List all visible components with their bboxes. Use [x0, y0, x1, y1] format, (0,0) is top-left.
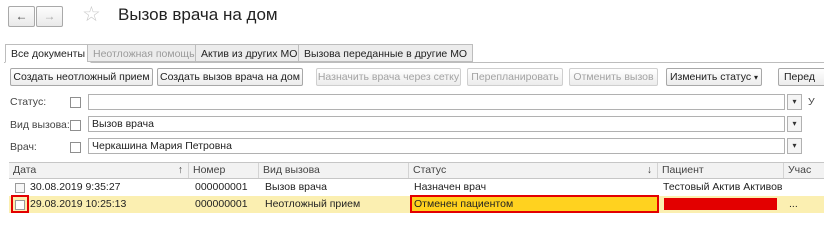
table-row-selected[interactable]: 29.08.2019 10:25:13 000000001 Неотложный…: [9, 195, 824, 213]
document-icon: [15, 183, 25, 193]
column-header-date[interactable]: Дата ↑: [9, 163, 189, 178]
column-header-status-label: Статус: [413, 164, 447, 176]
back-button[interactable]: ←: [8, 6, 35, 27]
dropdown-arrow-icon: ▾: [792, 119, 797, 128]
create-urgent-button[interactable]: Создать неотложный прием: [10, 68, 153, 86]
arrow-left-icon: ←: [15, 9, 28, 23]
favorite-star-icon[interactable]: ☆: [82, 2, 101, 27]
sort-ascending-icon: ↑: [177, 164, 183, 176]
call-type-filter-checkbox[interactable]: [70, 120, 81, 131]
column-header-area[interactable]: Учас: [784, 163, 824, 178]
cell-status: Отменен пациентом: [414, 198, 514, 210]
call-type-filter-label: Вид вызова:: [10, 119, 70, 131]
status-filter-checkbox[interactable]: [70, 97, 81, 108]
doctor-filter-input[interactable]: Черкашина Мария Петровна: [88, 138, 785, 154]
column-header-number[interactable]: Номер: [189, 163, 259, 178]
tab-all-documents[interactable]: Все документы: [5, 44, 92, 63]
cell-number: 000000001: [195, 181, 248, 193]
forward-button[interactable]: →: [36, 6, 63, 27]
sort-descending-icon: ↓: [646, 164, 652, 176]
doctor-dropdown-button[interactable]: ▾: [787, 138, 802, 154]
reschedule-button[interactable]: Перепланировать: [467, 68, 563, 86]
column-header-call-type[interactable]: Вид вызова: [259, 163, 409, 178]
cell-number: 000000001: [195, 198, 248, 210]
column-header-status[interactable]: Статус ↓: [409, 163, 658, 178]
cell-status: Назначен врач: [414, 181, 487, 193]
tab-active-from-other-mo[interactable]: Актив из других МО: [195, 44, 304, 62]
column-header-patient[interactable]: Пациент: [658, 163, 784, 178]
extra-column-label: У: [808, 96, 815, 108]
redacted-patient-bar: [664, 198, 777, 210]
cell-date: 30.08.2019 9:35:27: [30, 181, 121, 193]
cell-date: 29.08.2019 10:25:13: [30, 198, 127, 210]
status-filter-label: Статус:: [10, 96, 47, 108]
dropdown-arrow-icon: ▾: [792, 141, 797, 150]
cell-call-type: Вызов врача: [265, 181, 327, 193]
call-type-filter-input[interactable]: Вызов врача: [88, 116, 785, 132]
status-filter-input[interactable]: [88, 94, 785, 110]
status-dropdown-button[interactable]: ▾: [787, 94, 802, 110]
call-type-dropdown-button[interactable]: ▾: [787, 116, 802, 132]
cancel-call-button[interactable]: Отменить вызов: [569, 68, 658, 86]
create-home-call-button[interactable]: Создать вызов врача на дом: [157, 68, 303, 86]
change-status-label: Изменить статус: [669, 71, 752, 83]
table-header: Дата ↑ Номер Вид вызова Статус ↓ Пациент…: [9, 162, 824, 179]
tab-urgent-care[interactable]: Неотложная помощь: [87, 44, 201, 62]
page-title: Вызов врача на дом: [118, 5, 278, 24]
cell-call-type: Неотложный прием: [265, 198, 361, 210]
tab-calls-transferred[interactable]: Вызова переданные в другие МО: [298, 44, 474, 62]
doctor-filter-label: Врач:: [10, 141, 37, 153]
cell-area: ...: [789, 198, 798, 210]
column-header-date-label: Дата: [13, 164, 37, 176]
cell-patient: Тестовый Актив Активов...: [663, 181, 783, 193]
table-row[interactable]: 30.08.2019 9:35:27 000000001 Вызов врача…: [9, 179, 824, 196]
more-button[interactable]: Перед: [778, 68, 824, 86]
assign-doctor-button[interactable]: Назначить врача через сетку: [316, 68, 461, 86]
dropdown-arrow-icon: ▾: [754, 73, 759, 82]
change-status-button[interactable]: Изменить статус ▾: [666, 68, 762, 86]
annotation-box-icon: [11, 195, 29, 213]
dropdown-arrow-icon: ▾: [792, 97, 797, 106]
arrow-right-icon: →: [43, 9, 56, 23]
doctor-filter-checkbox[interactable]: [70, 142, 81, 153]
